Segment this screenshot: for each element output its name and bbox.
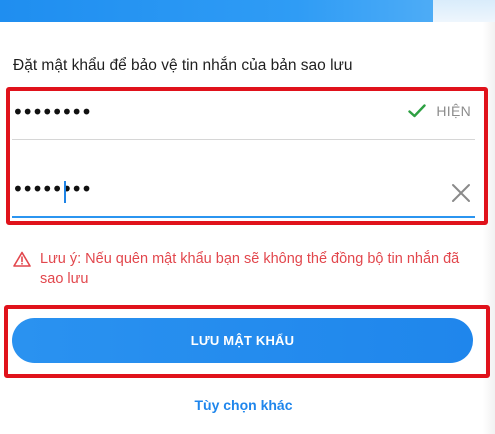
warning-triangle-icon: [13, 251, 31, 267]
highlight-box-button: [4, 305, 490, 378]
highlight-box-fields: [6, 87, 488, 225]
warning-text: Lưu ý: Nếu quên mật khẩu bạn sẽ không th…: [40, 251, 460, 287]
instruction-text: Đặt mật khẩu để bảo vệ tin nhắn của bản …: [13, 57, 353, 74]
other-options-link[interactable]: Tùy chọn khác: [0, 397, 487, 413]
header-bar: [0, 0, 495, 22]
header-corner: [433, 0, 495, 22]
